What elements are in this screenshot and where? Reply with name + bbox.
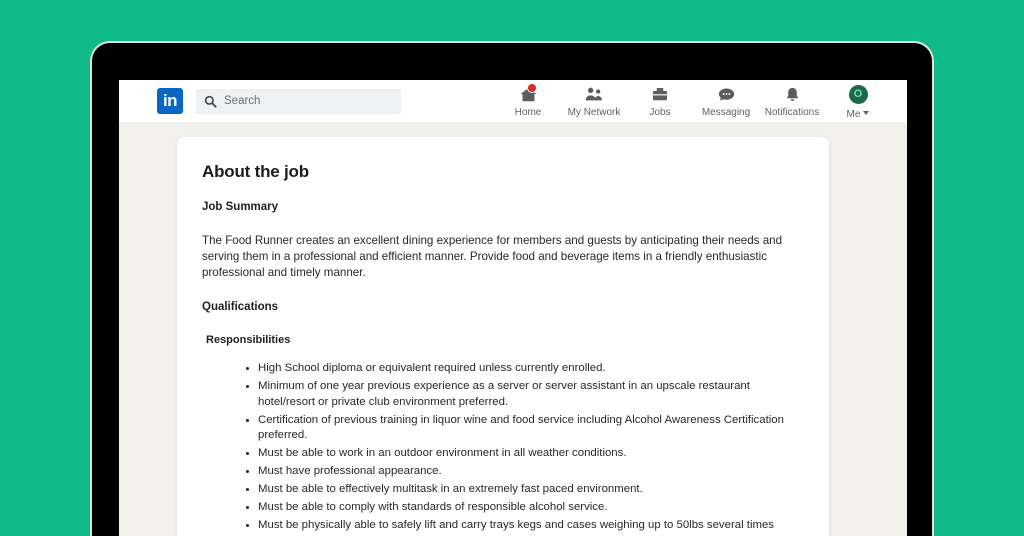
laptop-screen: in Search Home My Network Jobs Messaging… (119, 80, 907, 536)
nav-item-me[interactable]: O Me (825, 83, 891, 120)
nav-label-jobs: Jobs (649, 106, 671, 118)
list-item: Certification of previous training in li… (246, 413, 805, 444)
list-item: Minimum of one year previous experience … (246, 379, 805, 410)
nav-label-my-network: My Network (567, 106, 621, 118)
nav-label-notifications: Notifications (764, 106, 820, 118)
people-icon (584, 85, 604, 105)
search-box[interactable] (196, 88, 401, 114)
search-input[interactable] (224, 95, 393, 107)
list-item: Must be physically able to safely lift a… (246, 518, 805, 536)
nav-item-my-network[interactable]: My Network (561, 83, 627, 118)
job-summary-heading: Job Summary (202, 201, 279, 213)
chevron-down-icon (863, 111, 870, 115)
nav-label-home: Home (514, 106, 542, 118)
nav-item-messaging[interactable]: Messaging (693, 83, 759, 118)
laptop-frame: in Search Home My Network Jobs Messaging… (90, 41, 934, 536)
responsibilities-list: High School diploma or equivalent requir… (246, 361, 805, 536)
list-item: Must have professional appearance. (246, 464, 805, 480)
briefcase-icon (651, 85, 669, 105)
nav-label-messaging: Messaging (701, 106, 751, 118)
qualifications-heading: Qualifications (202, 301, 279, 313)
avatar: O (848, 85, 868, 105)
nav-item-notifications[interactable]: Notifications (759, 83, 825, 118)
list-item: Must be able to comply with standards of… (246, 500, 805, 516)
me-label-row: Me (847, 107, 870, 120)
job-description-card: About the job Job Summary The Food Runne… (177, 137, 829, 536)
nav-item-home[interactable]: Home (495, 82, 561, 118)
nav-item-jobs[interactable]: Jobs (627, 83, 693, 118)
home-icon (519, 82, 538, 105)
avatar-initial: O (848, 85, 868, 104)
nav-items: Home My Network Jobs Messaging Notificat… (495, 82, 895, 120)
list-item: Must be able to work in an outdoor envir… (246, 446, 805, 462)
nav-label-me: Me (846, 108, 861, 120)
message-bubble-icon (717, 85, 736, 105)
home-notification-badge (526, 82, 537, 93)
page-title: About the job (202, 162, 309, 181)
linkedin-top-navigation: in Search Home My Network Jobs Messaging… (119, 80, 907, 122)
responsibilities-heading: Responsibilities (206, 334, 291, 346)
linkedin-logo-icon[interactable]: in (157, 88, 183, 114)
list-item: High School diploma or equivalent requir… (246, 361, 805, 377)
page-body: About the job Job Summary The Food Runne… (119, 122, 907, 536)
job-summary-text: The Food Runner creates an excellent din… (202, 234, 783, 279)
bell-icon (784, 85, 801, 105)
list-item: Must be able to effectively multitask in… (246, 482, 805, 498)
search-icon (204, 95, 217, 108)
